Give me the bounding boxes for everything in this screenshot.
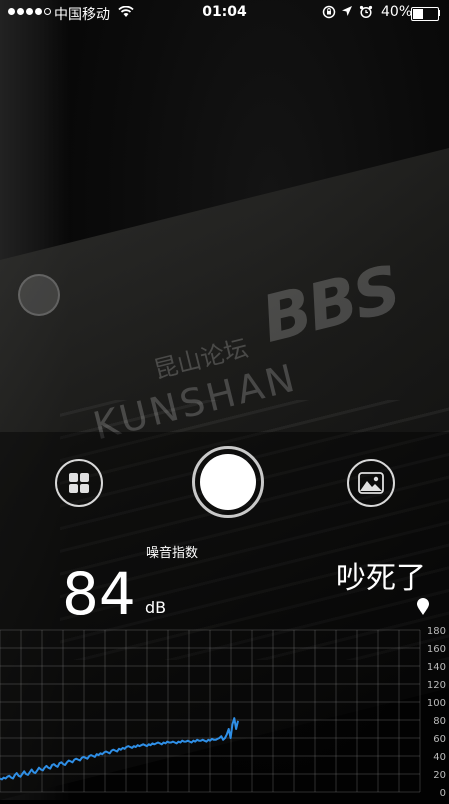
chart-y-tick: 80	[433, 716, 446, 727]
location-arrow-icon	[341, 5, 353, 21]
noise-chart-svg: 180 160 140 120 100 80 60 40 20 0	[0, 626, 446, 799]
chart-y-tick: 0	[440, 788, 446, 799]
status-bar: 中国移动 01:04 40%	[0, 0, 449, 26]
chart-y-tick: 100	[427, 698, 446, 709]
chart-y-tick: 20	[433, 770, 446, 781]
chart-y-tick: 120	[427, 680, 446, 691]
noise-verdict: 吵死了	[336, 561, 426, 596]
decibel-value: 84	[62, 560, 136, 628]
grid-icon	[69, 473, 89, 493]
battery-level	[413, 9, 423, 19]
alarm-icon	[359, 5, 373, 23]
chart-y-tick: 40	[433, 752, 446, 763]
chart-y-tick: 60	[433, 734, 446, 745]
grid-menu-button[interactable]	[55, 459, 103, 507]
chart-y-tick: 140	[427, 662, 446, 673]
noise-chart: 180 160 140 120 100 80 60 40 20 0	[0, 620, 449, 800]
chart-y-tick: 160	[427, 644, 446, 655]
assistive-touch-button[interactable]	[18, 274, 60, 316]
chart-y-tick: 180	[427, 626, 446, 637]
shutter-button[interactable]	[200, 454, 256, 510]
decibel-unit: dB	[145, 598, 167, 617]
chart-series-line	[0, 717, 239, 781]
gallery-icon	[358, 472, 384, 494]
battery-percentage: 40%	[381, 4, 413, 20]
battery-icon	[411, 7, 439, 21]
gallery-button[interactable]	[347, 459, 395, 507]
rotation-lock-icon	[322, 5, 336, 23]
battery-cap	[438, 10, 440, 16]
noise-index-label: 噪音指数	[146, 546, 199, 561]
location-pin-icon[interactable]	[416, 598, 430, 620]
